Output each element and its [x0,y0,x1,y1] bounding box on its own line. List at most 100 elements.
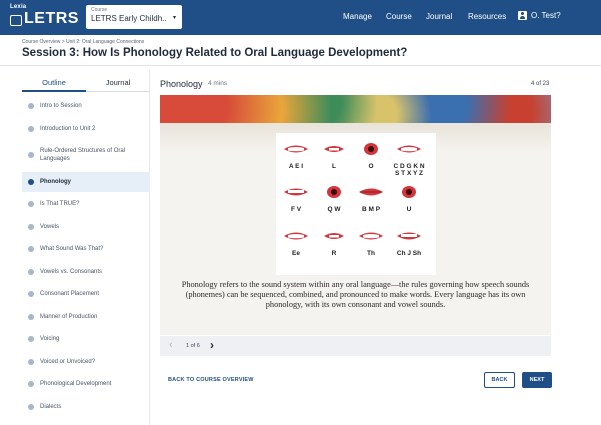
chevron-down-icon: ▾ [172,15,176,21]
panel-duration: 4 mins [208,80,228,87]
sidebar-item-label: Voicing [40,336,60,342]
logo-brand-main: LETRS [10,10,79,28]
user-menu[interactable]: O. Test? [518,11,561,20]
nav-resources[interactable]: Resources [468,12,506,21]
top-nav-bar: Lexia LETRS Course LETRS Early Childh...… [0,0,601,35]
tab-outline[interactable]: Outline [22,70,86,92]
lesson-slide: A E I L O C D G K N S T X Y Z F V Q W B M P U Ee… [160,95,551,335]
sidebar-item[interactable]: Consonant Placement [22,284,150,304]
sidebar-item[interactable]: Intro to Session [22,96,150,116]
mouth-shape-svg [359,188,383,196]
pager-count: 1 of 6 [186,343,200,349]
back-to-course-overview-link[interactable]: BACK TO COURSE OVERVIEW [168,377,254,383]
sidebar-tabs: Outline Journal [22,70,150,92]
mouth-shape-label: L [332,163,336,170]
sidebar-item[interactable]: Introduction to Unit 2 [22,119,150,139]
chevron-right-icon[interactable]: › [210,338,214,352]
mouth-shape-label: B M P [361,206,381,213]
back-button[interactable]: BACK [484,372,515,388]
sidebar-item[interactable]: Phonology [22,172,150,192]
logo-brand-text: LETRS [24,10,79,27]
mouth-shape-label: R [331,250,337,257]
sidebar-item[interactable]: Voicing [22,329,150,349]
mouth-shape-icon [283,230,309,242]
panel-page-count: 4 of 23 [531,81,550,87]
mouth-shape-label: O [368,163,374,170]
mouth-shape-svg [364,143,378,155]
mouth-shape-icon [358,230,384,242]
sidebar-item-label: Intro to Session [40,103,82,109]
mouth-shape-label: Th [367,250,375,257]
user-name: O. Test? [531,11,561,20]
sidebar-item-label: Is That TRUE? [40,201,80,207]
mouth-shape-icon [321,186,347,198]
sidebar-item[interactable]: Rule-Ordered Structures of Oral Language… [22,141,150,169]
mouth-shape-icon [396,186,422,198]
mouth-shape-svg [397,232,421,240]
sidebar-item[interactable]: Voiced or Unvoiced? [22,352,150,372]
course-select-label: Course [91,7,108,13]
mouth-shape-label: U [406,206,412,213]
mouth-shape-svg [284,232,308,240]
slide-banner-image [160,95,551,123]
sidebar-item[interactable]: Phonological Development [22,374,150,394]
chevron-left-icon[interactable]: ‹ [169,339,173,351]
book-icon [10,14,22,26]
sidebar-item[interactable]: Dialects [22,397,150,417]
mouth-shape-icon [321,230,347,242]
mouth-shapes-chart: A E I L O C D G K N S T X Y Z F V Q W B M P U Ee… [276,133,436,275]
mouth-shape-svg [324,233,344,239]
mouth-shape-label: Ch J Sh [396,250,422,257]
mouth-shape-icon [321,143,347,155]
breadcrumb[interactable]: Course Overview > Unit 2: Oral Language … [22,39,144,45]
sidebar-item-label: Vowels [40,224,60,230]
mouth-shape-icon [396,143,422,155]
sidebar-item-label: Rule-Ordered Structures of Oral Language… [40,148,126,162]
course-select-value: LETRS Early Childh... [91,14,167,23]
sidebar-item[interactable]: What Sound Was That? [22,239,150,259]
sidebar-item-label: Phonological Development [40,381,112,387]
circle-icon [28,179,34,185]
circle-icon [28,336,34,342]
sidebar-item[interactable]: Manner of Production [22,307,150,327]
circle-icon [28,269,34,275]
mouth-shape-label: Q W [327,206,341,213]
next-button[interactable]: NEXT [522,372,552,388]
nav-journal[interactable]: Journal [426,12,452,21]
tab-journal[interactable]: Journal [86,70,150,92]
sidebar-item-label: Introduction to Unit 2 [40,126,96,132]
mouth-shape-svg [284,188,308,196]
sidebar-item-label: Dialects [40,404,62,410]
sidebar-item[interactable]: Is That TRUE? [22,194,150,214]
sidebar-item[interactable]: Vowels vs. Consonants [22,262,150,282]
sidebar: Outline Journal Intro to Session Introduc… [22,70,150,425]
mouth-shape-svg [397,145,421,153]
nav-manage[interactable]: Manage [343,12,372,21]
sidebar-item-label: Phonology [40,179,71,185]
slide-caption: Phonology refers to the sound system wit… [181,280,530,309]
mouth-shape-icon [358,143,384,155]
circle-icon [28,152,34,158]
mouth-shape-icon [283,186,309,198]
mouth-shape-label: A E I [288,163,304,170]
circle-icon [28,314,34,320]
circle-icon [28,359,34,365]
nav-course[interactable]: Course [386,12,412,21]
mouth-shape-svg [402,186,416,198]
user-icon [518,11,527,20]
circle-icon [28,201,34,207]
sidebar-item-label: Vowels vs. Consonants [40,269,103,275]
title-divider [0,65,601,66]
lexia-letrs-logo[interactable]: Lexia LETRS [10,4,82,30]
mouth-shape-label: F V [290,206,302,213]
sidebar-item[interactable]: Vowels [22,217,150,237]
mouth-shape-icon [358,186,384,198]
sidebar-item-label: Manner of Production [40,314,98,320]
mouth-shape-icon [396,230,422,242]
sidebar-item-label: Voiced or Unvoiced? [40,359,96,365]
course-select[interactable]: Course LETRS Early Childh... ▾ [86,5,182,29]
sidebar-item-label: Consonant Placement [40,291,100,297]
mouth-shape-icon [283,143,309,155]
page-title: Session 3: How Is Phonology Related to O… [22,47,408,59]
slide-pager: ‹ 1 of 6 › [160,336,551,356]
